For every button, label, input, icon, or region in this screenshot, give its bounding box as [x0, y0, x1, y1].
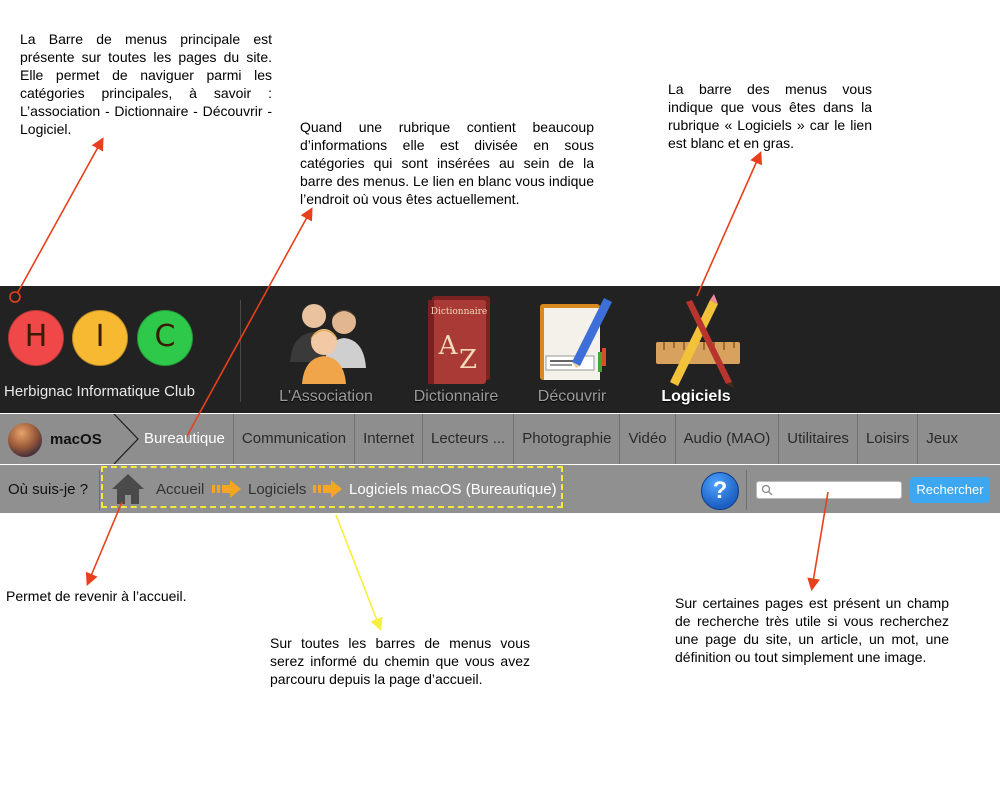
breadcrumb-divider — [99, 470, 100, 510]
svg-text:Z: Z — [459, 345, 477, 375]
nav-item-association[interactable]: L'Association — [262, 290, 390, 410]
annotation-submenu: Quand une rubrique contient beaucoup d’i… — [300, 119, 594, 207]
help-button[interactable]: ? — [701, 472, 739, 510]
submenu-item-bureautique[interactable]: Bureautique — [136, 414, 234, 464]
arrow-main-menu — [17, 137, 104, 293]
nav-item-dictionnaire[interactable]: Dictionnaire A Z Dictionnaire — [392, 290, 520, 410]
submenu-item-video[interactable]: Vidéo — [620, 414, 676, 464]
logo-letter-c[interactable]: C — [137, 310, 193, 366]
macos-label: macOS — [50, 431, 102, 448]
svg-text:Dictionnaire: Dictionnaire — [431, 307, 488, 317]
search-button[interactable]: Rechercher — [910, 477, 990, 503]
dictionary-icon: Dictionnaire A Z — [428, 296, 490, 384]
submenu-item-loisirs[interactable]: Loisirs — [858, 414, 919, 464]
submenu-item-utilitaires[interactable]: Utilitaires — [779, 414, 858, 464]
submenu-item-jeux[interactable]: Jeux — [918, 414, 966, 464]
nav-label-logiciels: Logiciels — [661, 388, 731, 405]
arrow-active-section — [696, 151, 762, 297]
submenu-item-photographie[interactable]: Photographie — [514, 414, 621, 464]
breadcrumb-label: Où suis-je ? — [8, 481, 89, 498]
submenu-item-internet[interactable]: Internet — [355, 414, 423, 464]
submenu-item-audio[interactable]: Audio (MAO) — [676, 414, 780, 464]
submenu-item-communication[interactable]: Communication — [234, 414, 356, 464]
search-icon — [761, 484, 773, 496]
search-input[interactable] — [756, 481, 902, 499]
club-name[interactable]: Herbignac Informatique Club — [4, 383, 195, 400]
logo-letter-i[interactable]: I — [72, 310, 128, 366]
annotation-active-section: La barre des menus vous indique que vous… — [668, 81, 872, 151]
book-icon — [540, 298, 612, 380]
annotation-breadcrumb: Sur toutes les barres de menus vous sere… — [270, 635, 530, 687]
nav-label-decouvrir: Découvrir — [537, 388, 607, 405]
arrow-breadcrumb — [335, 514, 383, 631]
breadcrumb-highlight — [101, 466, 563, 508]
nav-label-dictionnaire: Dictionnaire — [413, 388, 499, 405]
svg-text:A: A — [438, 331, 459, 361]
submenu-items: Bureautique Communication Internet Lecte… — [136, 414, 966, 464]
nav-label-association: L'Association — [279, 388, 373, 405]
logo-letter-h[interactable]: H — [8, 310, 64, 366]
annotation-main-menu: La Barre de menus principale est présent… — [20, 31, 272, 137]
people-icon — [290, 304, 366, 384]
search-divider — [746, 470, 747, 510]
nav-item-logiciels[interactable]: Logiciels — [632, 290, 760, 410]
submenu-item-lecteurs[interactable]: Lecteurs ... — [423, 414, 515, 464]
macos-icon — [8, 423, 42, 457]
nav-item-decouvrir[interactable]: Découvrir — [508, 290, 636, 410]
annotation-home: Permet de revenir à l’accueil. — [6, 588, 187, 604]
app-store-icon — [656, 294, 740, 388]
menu-divider — [240, 300, 241, 402]
annotation-search: Sur certaines pages est présent un champ… — [675, 595, 949, 665]
arrow-home — [85, 501, 123, 586]
